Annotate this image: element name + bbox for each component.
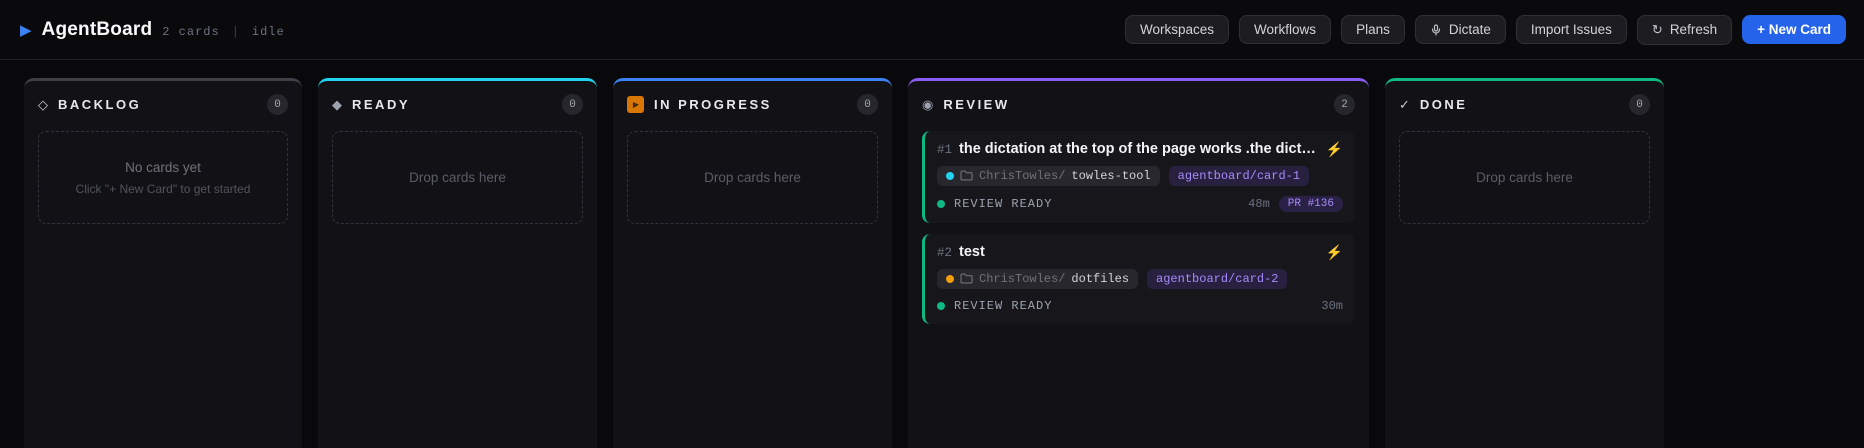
card-2-status: REVIEW READY bbox=[954, 298, 1053, 313]
repo-status-dot bbox=[946, 171, 954, 180]
column-review-count-badge: 2 bbox=[1334, 94, 1355, 115]
import-issues-button[interactable]: Import Issues bbox=[1515, 15, 1627, 44]
lightning-icon[interactable]: ⚡ bbox=[1326, 141, 1343, 158]
review-ready-dot bbox=[937, 301, 945, 310]
cards-count: 2 cards bbox=[162, 24, 220, 39]
plans-button[interactable]: Plans bbox=[1341, 15, 1405, 44]
app-title: AgentBoard bbox=[41, 18, 153, 40]
agent-status: idle bbox=[251, 24, 285, 39]
column-in-progress: ▶ IN PROGRESS 0 Drop cards here bbox=[613, 78, 892, 448]
column-ready-title: READY bbox=[352, 97, 411, 112]
refresh-label: Refresh bbox=[1669, 22, 1718, 37]
card-1-title: the dictation at the top of the page wor… bbox=[959, 141, 1319, 157]
in-progress-empty-text: Drop cards here bbox=[704, 170, 801, 185]
column-in-progress-header: ▶ IN PROGRESS 0 bbox=[627, 94, 878, 115]
lightning-icon[interactable]: ⚡ bbox=[1326, 244, 1343, 261]
column-ready-header: ◆ READY 0 bbox=[332, 94, 583, 115]
workspaces-button[interactable]: Workspaces bbox=[1125, 15, 1230, 44]
card-2-repo-owner: ChrisTowles/ bbox=[979, 271, 1066, 286]
column-backlog-title: BACKLOG bbox=[58, 97, 142, 112]
logo-play-icon: ▶ bbox=[20, 21, 32, 39]
ready-drop-zone[interactable]: Drop cards here bbox=[332, 131, 583, 224]
folder-icon bbox=[960, 273, 973, 284]
refresh-icon: ↻ bbox=[1651, 21, 1663, 37]
column-done: ✓ DONE 0 Drop cards here bbox=[1385, 78, 1664, 448]
column-done-title: DONE bbox=[1419, 97, 1468, 112]
review-card-1[interactable]: #1 the dictation at the top of the page … bbox=[922, 131, 1355, 223]
column-backlog-header: ◇ BACKLOG 0 bbox=[38, 94, 288, 115]
toolbar: Workspaces Workflows Plans Dictate Impor… bbox=[1125, 14, 1846, 45]
ready-empty-text: Drop cards here bbox=[409, 170, 506, 185]
column-in-progress-title: IN PROGRESS bbox=[654, 97, 772, 112]
backlog-empty-title: No cards yet bbox=[125, 159, 201, 175]
card-2-time: 30m bbox=[1321, 298, 1343, 313]
column-done-header: ✓ DONE 0 bbox=[1399, 94, 1650, 115]
column-backlog: ◇ BACKLOG 0 No cards yet Click "+ New Ca… bbox=[24, 78, 302, 448]
card-2-title-row: #2 test ⚡ bbox=[937, 244, 1343, 261]
backlog-drop-zone[interactable]: No cards yet Click "+ New Card" to get s… bbox=[38, 131, 288, 224]
card-1-pr-badge[interactable]: PR #136 bbox=[1278, 195, 1343, 212]
ready-diamond-icon: ◆ bbox=[332, 97, 342, 112]
column-in-progress-count-badge: 0 bbox=[857, 94, 878, 115]
column-ready-count-badge: 0 bbox=[562, 94, 583, 115]
header: ▶ AgentBoard 2 cards | idle Workspaces W… bbox=[0, 0, 1864, 60]
in-progress-drop-zone[interactable]: Drop cards here bbox=[627, 131, 878, 224]
done-drop-zone[interactable]: Drop cards here bbox=[1399, 131, 1650, 224]
dictate-label: Dictate bbox=[1448, 22, 1491, 37]
in-progress-play-icon: ▶ bbox=[627, 96, 644, 113]
review-ready-dot bbox=[937, 199, 945, 208]
microphone-icon bbox=[1430, 23, 1442, 37]
card-2-branch-pill: agentboard/card-2 bbox=[1147, 268, 1288, 289]
new-card-button[interactable]: + New Card bbox=[1742, 15, 1846, 44]
card-2-pill-row: ChrisTowles/ dotfiles agentboard/card-2 bbox=[937, 268, 1343, 289]
column-review-header: ◉ REVIEW 2 bbox=[922, 94, 1355, 115]
card-2-repo-name: dotfiles bbox=[1071, 271, 1130, 286]
column-done-count-badge: 0 bbox=[1629, 94, 1650, 115]
card-2-title: test bbox=[959, 243, 985, 260]
card-2-number: #2 bbox=[937, 245, 953, 260]
done-check-icon: ✓ bbox=[1399, 97, 1410, 112]
card-1-time: 48m bbox=[1248, 196, 1270, 211]
folder-icon bbox=[960, 170, 973, 181]
card-2-repo-pill: ChrisTowles/ dotfiles bbox=[937, 268, 1139, 289]
card-1-number: #1 bbox=[937, 143, 953, 157]
review-target-icon: ◉ bbox=[922, 97, 934, 112]
kanban-board: ◇ BACKLOG 0 No cards yet Click "+ New Ca… bbox=[0, 60, 1864, 448]
brand-group: ▶ AgentBoard 2 cards | idle bbox=[20, 19, 285, 41]
column-ready: ◆ READY 0 Drop cards here bbox=[318, 78, 597, 448]
card-1-status-row: REVIEW READY 48m PR #136 bbox=[937, 195, 1343, 212]
meta-separator: | bbox=[231, 24, 240, 39]
card-2-status-row: REVIEW READY 30m bbox=[937, 299, 1343, 313]
card-1-title-row: #1 the dictation at the top of the page … bbox=[937, 141, 1343, 158]
column-backlog-count-badge: 0 bbox=[267, 94, 288, 115]
card-1-pill-row: ChrisTowles/ towles-tool agentboard/card… bbox=[937, 165, 1343, 186]
refresh-button[interactable]: ↻ Refresh bbox=[1636, 14, 1733, 45]
column-review-title: REVIEW bbox=[943, 97, 1010, 112]
card-1-status: REVIEW READY bbox=[954, 196, 1053, 211]
done-empty-text: Drop cards here bbox=[1476, 170, 1573, 185]
dictate-button[interactable]: Dictate bbox=[1414, 15, 1506, 44]
column-review: ◉ REVIEW 2 #1 the dictation at the top o… bbox=[908, 78, 1369, 448]
card-1-repo-owner: ChrisTowles/ bbox=[979, 168, 1066, 183]
workflows-button[interactable]: Workflows bbox=[1239, 15, 1332, 44]
review-card-2[interactable]: #2 test ⚡ ChrisTowles/ dotfiles agentboa… bbox=[922, 233, 1355, 324]
card-1-branch-pill: agentboard/card-1 bbox=[1168, 165, 1310, 186]
card-1-repo-name: towles-tool bbox=[1071, 168, 1151, 183]
repo-status-dot bbox=[946, 274, 954, 283]
backlog-diamond-icon: ◇ bbox=[38, 97, 48, 112]
backlog-empty-subtitle: Click "+ New Card" to get started bbox=[75, 181, 251, 196]
card-1-repo-pill: ChrisTowles/ towles-tool bbox=[937, 165, 1160, 186]
